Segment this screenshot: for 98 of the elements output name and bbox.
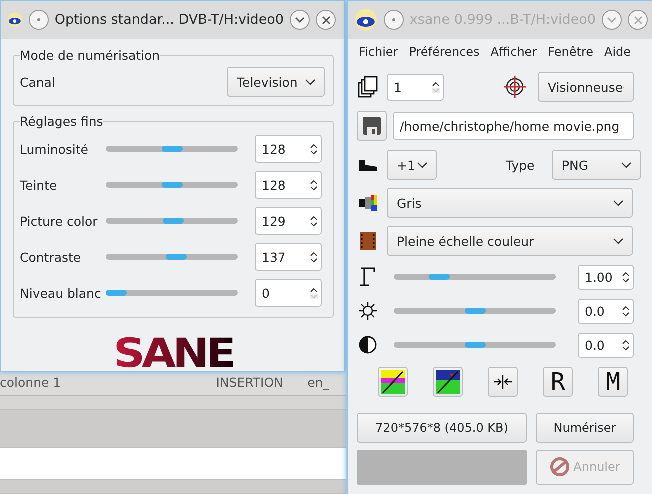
- slider-label: Luminosité: [20, 142, 90, 156]
- spin-field[interactable]: 1: [387, 74, 444, 100]
- contrast-icon: [359, 336, 377, 354]
- spin-field[interactable]: 0.0: [578, 298, 634, 324]
- letter-button[interactable]: R: [543, 367, 574, 397]
- slider-track[interactable]: [106, 254, 238, 260]
- picture-button[interactable]: [432, 367, 463, 397]
- slider-track[interactable]: [106, 146, 238, 152]
- picture-icon: [380, 370, 405, 394]
- slider-handle[interactable]: [106, 290, 127, 296]
- close-icon: [634, 16, 642, 24]
- slider-handle[interactable]: [166, 254, 187, 260]
- color-mode-dropdown[interactable]: Gris: [387, 188, 633, 218]
- step-dropdown[interactable]: +1: [387, 150, 437, 180]
- color-mode-icon: [359, 195, 377, 211]
- compress-button[interactable]: [488, 367, 518, 397]
- menu-item[interactable]: Fichier: [359, 45, 398, 59]
- spin-up-icon[interactable]: [622, 340, 630, 344]
- spin-down-icon[interactable]: [622, 346, 630, 350]
- spin-up-icon[interactable]: [622, 306, 630, 310]
- slider-handle[interactable]: [162, 218, 184, 224]
- slider-handle[interactable]: [162, 182, 182, 188]
- chevron-icon: [295, 17, 305, 23]
- spin-down-icon[interactable]: [310, 222, 318, 226]
- channel-dropdown[interactable]: Television: [227, 67, 325, 97]
- menu-item[interactable]: Afficher: [490, 45, 538, 59]
- sun-icon: [358, 301, 378, 321]
- viewer-dropdown[interactable]: Visionneuse: [538, 72, 634, 102]
- slider-label: Teinte: [20, 178, 58, 192]
- picture-icon: [436, 370, 460, 394]
- close-icon: [322, 16, 330, 24]
- spin-down-icon[interactable]: [310, 150, 318, 154]
- spin-down-icon[interactable]: [622, 312, 630, 316]
- slider-track[interactable]: [394, 308, 556, 314]
- chevron-icon: [607, 17, 617, 23]
- auto-adjust-button[interactable]: [378, 367, 408, 397]
- spin-up-icon[interactable]: [310, 252, 318, 256]
- size-button[interactable]: 720*576*8 (405.0 KB): [357, 413, 527, 443]
- spin-down-icon[interactable]: [622, 278, 630, 282]
- slider-handle[interactable]: [464, 308, 486, 314]
- slider-track[interactable]: [106, 182, 238, 188]
- pin-button[interactable]: [28, 10, 49, 30]
- status-text: colonne 1: [0, 375, 62, 390]
- field-label: Canal: [20, 74, 56, 90]
- slider-track[interactable]: [394, 342, 556, 348]
- dot-icon: [392, 18, 396, 22]
- type-label: Type: [506, 158, 535, 172]
- compress-icon: [492, 374, 513, 390]
- spin-up-icon[interactable]: [310, 288, 318, 292]
- group-title: Réglages fins: [20, 114, 104, 129]
- spin-field[interactable]: 128: [255, 171, 322, 199]
- slider-track[interactable]: [394, 274, 556, 280]
- status-text: INSERTION: [216, 375, 284, 390]
- spin-field[interactable]: 1.00: [578, 264, 634, 290]
- window-title: Options standar... DVB-T/H:video0: [54, 12, 284, 28]
- scan-button[interactable]: Numériser: [536, 413, 634, 443]
- menu-item[interactable]: Préférences: [409, 45, 480, 59]
- spin-field[interactable]: 137: [255, 243, 322, 271]
- status-text: en_: [308, 375, 330, 390]
- source-dropdown[interactable]: Pleine échelle couleur: [387, 226, 633, 256]
- menu-item[interactable]: Aide: [604, 45, 632, 59]
- slider-label: Contraste: [20, 250, 82, 264]
- type-dropdown[interactable]: PNG: [552, 150, 641, 180]
- step-icon: [358, 159, 378, 171]
- spin-up-icon[interactable]: [432, 82, 440, 86]
- spin-field[interactable]: 0.0: [578, 332, 634, 358]
- minimize-button[interactable]: [290, 10, 310, 30]
- group-title: Mode de numérisation: [20, 48, 160, 63]
- slider-handle[interactable]: [464, 342, 486, 348]
- close-button[interactable]: [316, 10, 336, 30]
- spin-field[interactable]: 128: [255, 135, 322, 163]
- copies-icon: [358, 76, 378, 98]
- slider-track[interactable]: [106, 218, 238, 224]
- spin-field[interactable]: 0: [255, 279, 322, 307]
- spin-up-icon[interactable]: [310, 180, 318, 184]
- spin-up-icon[interactable]: [310, 144, 318, 148]
- spin-field[interactable]: 129: [255, 207, 322, 235]
- cancel-icon: [550, 457, 570, 477]
- floppy-icon: [363, 117, 381, 135]
- menu-item[interactable]: Fenêtre: [548, 45, 594, 59]
- slider-track[interactable]: [106, 290, 238, 296]
- film-icon: [360, 232, 376, 250]
- spin-down-icon[interactable]: [310, 186, 318, 190]
- spin-down-icon[interactable]: [310, 258, 318, 262]
- letter-button[interactable]: M: [598, 367, 628, 397]
- slider-label: Niveau blanc: [20, 286, 102, 300]
- spin-up-icon[interactable]: [310, 216, 318, 220]
- eye-icon: [354, 8, 378, 32]
- spin-up-icon[interactable]: [622, 272, 630, 276]
- target-icon: [504, 76, 526, 98]
- filename-field[interactable]: /home/christophe/home movie.png: [393, 112, 634, 140]
- dot-icon: [36, 18, 41, 22]
- slider-handle[interactable]: [429, 274, 450, 280]
- slider-handle[interactable]: [162, 146, 182, 152]
- pin-button[interactable]: [384, 10, 404, 30]
- save-button[interactable]: [357, 111, 387, 141]
- slider-label: Picture color: [20, 214, 99, 228]
- gamma-icon: [360, 267, 376, 287]
